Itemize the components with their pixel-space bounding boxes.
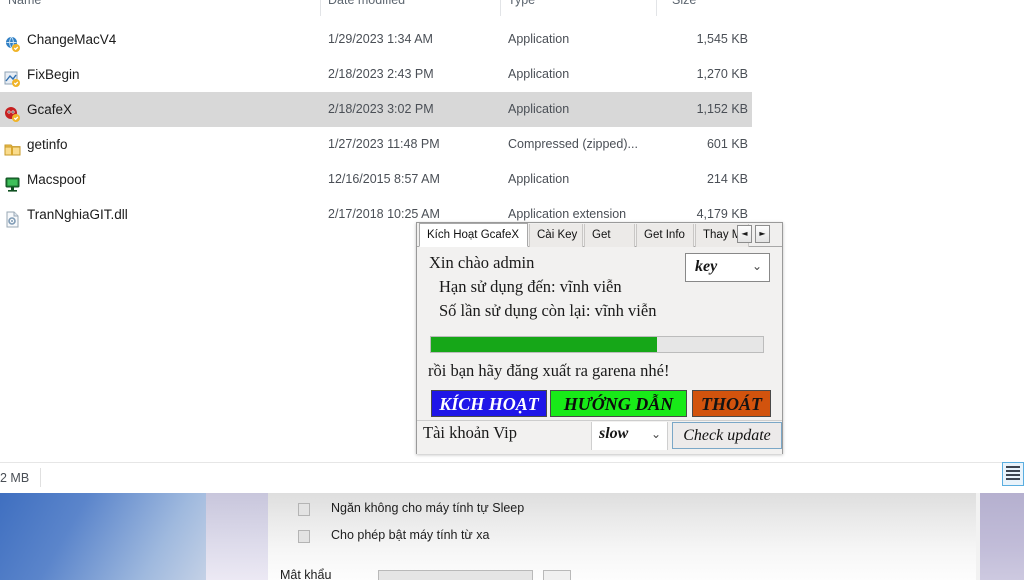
column-header-row: Name Date modified Type Size bbox=[0, 0, 1024, 19]
option-label: Ngăn không cho máy tính tự Sleep bbox=[331, 501, 525, 515]
screen: Name Date modified Type Size ChangeMacV4 1/2… bbox=[0, 0, 1024, 580]
details-view-button[interactable] bbox=[1002, 462, 1024, 486]
chevron-down-icon: ⌄ bbox=[751, 259, 762, 273]
tab-scroll-left-icon[interactable]: ◄ bbox=[737, 225, 752, 243]
checkbox-icon[interactable] bbox=[298, 503, 310, 516]
file-size-cell: 1,152 KB bbox=[696, 102, 748, 116]
table-row[interactable]: Macspoof 12/16/2015 8:57 AM Application 214… bbox=[0, 162, 752, 197]
key-type-value: key bbox=[695, 258, 718, 275]
expiry-text: Hạn sử dụng đến: vĩnh viễn bbox=[439, 277, 622, 296]
activation-progress-bar bbox=[430, 336, 764, 353]
file-size-cell: 601 KB bbox=[706, 137, 748, 151]
dll-gear-icon bbox=[4, 206, 21, 228]
file-date-cell: 12/16/2015 8:57 AM bbox=[328, 172, 440, 186]
view-line bbox=[1006, 466, 1020, 468]
tab-cài-key[interactable]: Cài Key bbox=[529, 224, 583, 247]
desktop-wallpaper bbox=[0, 493, 206, 580]
file-name-cell: TranNghiaGIT.dll bbox=[27, 207, 128, 222]
key-type-dropdown[interactable]: key ⌄ bbox=[685, 253, 770, 282]
file-type-cell: Application bbox=[508, 32, 570, 46]
file-date-cell: 1/29/2023 1:34 AM bbox=[328, 32, 433, 46]
speed-value: slow bbox=[599, 425, 629, 442]
table-row[interactable]: FixBegin 2/18/2023 2:43 PM Application 1,27… bbox=[0, 57, 752, 92]
tab-get-info[interactable]: Get Info bbox=[636, 224, 694, 247]
green-screen-icon bbox=[4, 171, 21, 192]
file-name-cell: FixBegin bbox=[27, 67, 80, 82]
file-size-cell: 214 KB bbox=[706, 172, 748, 186]
explorer-status-bar: 2 MB bbox=[0, 462, 1024, 494]
column-header[interactable]: Name bbox=[8, 0, 41, 7]
gcafex-tab-strip: Kích Hoạt GcafeX Cài Key Get Get Info Thay M… bbox=[417, 223, 782, 247]
table-row[interactable]: ChangeMacV4 1/29/2023 1:34 AM Application 1… bbox=[0, 22, 752, 57]
check-update-button[interactable]: Check update bbox=[672, 422, 782, 449]
file-size-cell: 1,270 KB bbox=[696, 67, 748, 81]
file-type-cell: Application bbox=[508, 172, 570, 186]
password-label: Mật khẩu bbox=[280, 568, 332, 580]
column-header[interactable]: Size bbox=[672, 0, 696, 7]
file-name-cell: getinfo bbox=[27, 137, 68, 152]
view-line bbox=[1006, 470, 1020, 472]
tab-kích-hoạt-gcafex[interactable]: Kích Hoạt GcafeX bbox=[419, 223, 528, 247]
file-name-cell: Macspoof bbox=[27, 172, 86, 187]
background-window-right-strip bbox=[980, 493, 1024, 580]
file-date-cell: 1/27/2023 11:48 PM bbox=[328, 137, 440, 151]
zip-folder-icon bbox=[4, 136, 21, 156]
chevron-down-icon: ⌄ bbox=[650, 427, 661, 441]
activate-button[interactable]: KÍCH HOẠT bbox=[431, 390, 547, 417]
vip-account-label: Tài khoản Vip bbox=[423, 423, 518, 442]
red-app-icon bbox=[4, 101, 21, 122]
tab-scroll-right-icon[interactable]: ► bbox=[755, 225, 770, 243]
progress-fill bbox=[431, 337, 657, 352]
view-line bbox=[1006, 478, 1020, 480]
hint-text: rồi bạn hãy đăng xuất ra garena nhé! bbox=[428, 361, 670, 380]
file-name-cell: GcafeX bbox=[27, 102, 73, 117]
tab-get[interactable]: Get bbox=[584, 224, 635, 247]
option-label: Cho phép bật máy tính từ xa bbox=[331, 528, 490, 542]
file-name-cell: ChangeMacV4 bbox=[27, 32, 117, 47]
column-header[interactable]: Date modified bbox=[328, 0, 405, 7]
column-separator[interactable] bbox=[656, 0, 657, 16]
file-date-cell: 2/18/2023 3:02 PM bbox=[328, 102, 434, 116]
exit-button[interactable]: THOÁT bbox=[692, 390, 771, 417]
background-window-sidebar bbox=[206, 493, 268, 580]
table-row[interactable]: GcafeX 2/18/2023 3:02 PM Application 1,152 … bbox=[0, 92, 752, 127]
table-row[interactable]: getinfo 1/27/2023 11:48 PM Compressed (zip… bbox=[0, 127, 752, 162]
column-header[interactable]: Type bbox=[508, 0, 535, 7]
file-date-cell: 2/18/2023 2:43 PM bbox=[328, 67, 434, 81]
file-size-cell: 1,545 KB bbox=[696, 32, 748, 46]
file-type-cell: Compressed (zipped)... bbox=[508, 137, 638, 151]
speed-dropdown[interactable]: slow ⌄ bbox=[591, 422, 668, 450]
greeting-text: Xin chào admin bbox=[429, 253, 535, 272]
selection-size-text: 2 MB bbox=[0, 471, 30, 485]
column-separator[interactable] bbox=[320, 0, 321, 16]
globe-blue-icon bbox=[4, 31, 21, 52]
view-line bbox=[1006, 474, 1020, 476]
gcafex-dialog: Kích Hoạt GcafeX Cài Key Get Get Info Thay M… bbox=[416, 222, 783, 454]
file-type-cell: Application bbox=[508, 67, 570, 81]
guide-button[interactable]: HƯỚNG DẪN bbox=[550, 390, 687, 417]
remaining-uses-text: Số lần sử dụng còn lại: vĩnh viễn bbox=[439, 301, 657, 320]
password-action-button[interactable] bbox=[543, 570, 571, 580]
password-input[interactable] bbox=[378, 570, 533, 580]
file-type-cell: Application bbox=[508, 102, 570, 116]
column-separator[interactable] bbox=[500, 0, 501, 16]
status-divider bbox=[40, 468, 41, 487]
tools-icon bbox=[4, 66, 21, 87]
checkbox-icon[interactable] bbox=[298, 530, 310, 543]
